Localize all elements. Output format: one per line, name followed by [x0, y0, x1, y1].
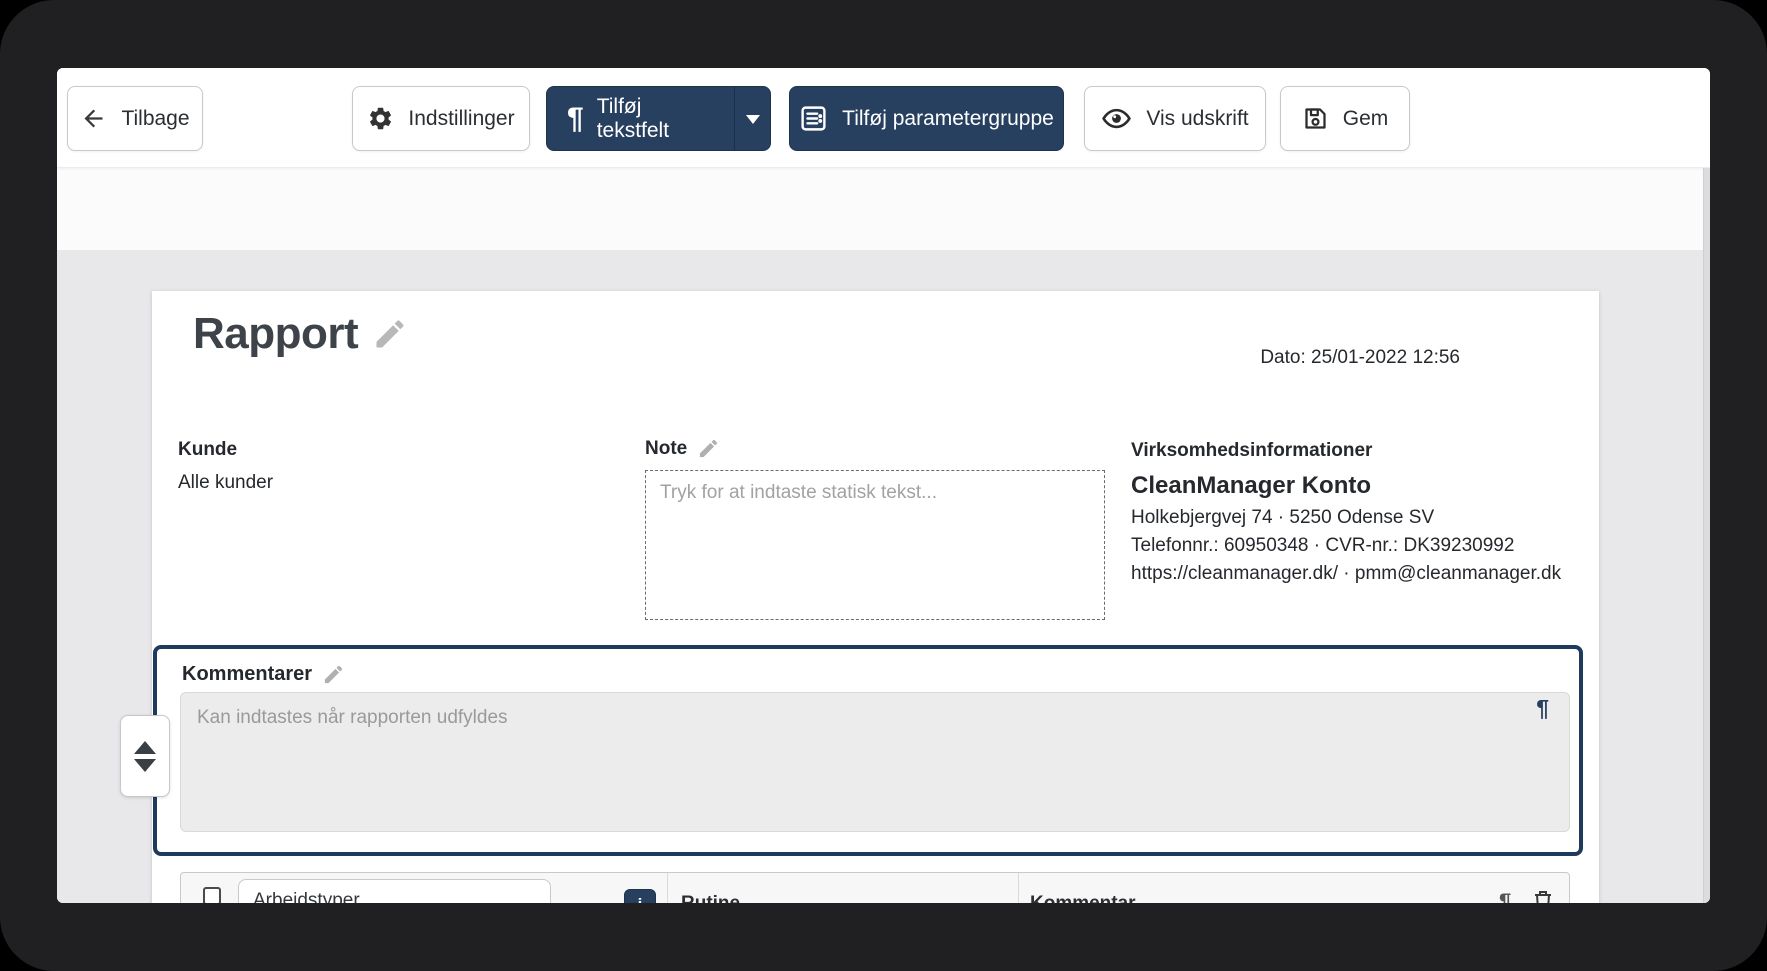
eye-icon	[1101, 103, 1132, 134]
drag-down-icon	[134, 759, 156, 772]
arrow-left-icon	[80, 105, 107, 132]
column-divider	[667, 873, 668, 903]
info-button[interactable]: i	[624, 889, 656, 903]
add-textfield-caret-button[interactable]	[734, 87, 770, 150]
delete-icon[interactable]	[1531, 887, 1555, 903]
comments-textarea[interactable]	[180, 692, 1570, 832]
customer-value: Alle kunder	[178, 472, 273, 494]
company-phone-cvr: Telefonnr.: 60950348 · CVR-nr.: DK392309…	[1131, 532, 1561, 560]
paragraph-icon: ¶	[567, 104, 584, 134]
report-date: Dato: 25/01-2022 12:56	[1260, 347, 1460, 369]
settings-button[interactable]: Indstillinger	[352, 86, 530, 151]
group-title-input[interactable]	[238, 879, 551, 903]
column-divider	[1018, 873, 1019, 903]
save-button-label: Gem	[1343, 107, 1389, 131]
add-textfield-label: Tilføj tekstfelt	[597, 95, 703, 143]
gear-icon	[367, 105, 394, 132]
paragraph-icon[interactable]: ¶	[1499, 891, 1511, 903]
customer-label: Kunde	[178, 439, 237, 461]
save-icon	[1302, 105, 1329, 132]
edit-note-pencil-icon[interactable]	[697, 437, 720, 460]
add-textfield-button[interactable]: ¶ Tilføj tekstfelt	[547, 87, 720, 150]
preview-button[interactable]: Vis udskrift	[1084, 86, 1266, 151]
report-card: Rapport Dato: 25/01-2022 12:56 Kunde All…	[152, 291, 1599, 903]
add-parametergroup-label: Tilføj parametergruppe	[842, 107, 1054, 131]
save-button[interactable]: Gem	[1280, 86, 1410, 151]
add-parametergroup-button[interactable]: Tilføj parametergruppe	[789, 86, 1064, 151]
company-info-label: Virksomhedsinformationer	[1131, 437, 1561, 465]
back-button-label: Tilbage	[121, 107, 189, 131]
back-button[interactable]: Tilbage	[67, 86, 203, 151]
column-label-comment: Kommentar	[1030, 893, 1136, 903]
comments-label: Kommentarer	[182, 663, 312, 686]
toolbar: Tilbage Indstillinger ¶ Tilføj tekstfelt…	[57, 68, 1710, 168]
drag-handle[interactable]	[120, 715, 170, 797]
company-address: Holkebjergvej 74 · 5250 Odense SV	[1131, 504, 1561, 532]
row-checkbox[interactable]	[203, 887, 221, 903]
report-title: Rapport	[193, 309, 358, 359]
paragraph-indicator-icon: ¶	[1536, 697, 1549, 720]
settings-button-label: Indstillinger	[408, 107, 514, 131]
edit-comments-pencil-icon[interactable]	[322, 663, 345, 686]
note-input[interactable]: Tryk for at indtaste statisk tekst...	[645, 470, 1105, 620]
chevron-down-icon	[746, 115, 760, 131]
comments-section[interactable]: Kommentarer ¶	[153, 645, 1583, 856]
drag-up-icon	[134, 741, 156, 754]
list-icon	[799, 104, 828, 133]
edit-title-pencil-icon[interactable]	[372, 316, 408, 352]
vertical-scrollbar[interactable]	[1703, 168, 1710, 903]
column-label-routine: Rutine	[681, 893, 740, 903]
parameter-group-table: i Rutine Kommentar ¶	[180, 872, 1570, 903]
company-web-email: https://cleanmanager.dk/ · pmm@cleanmana…	[1131, 560, 1561, 588]
info-button-label: i	[638, 895, 643, 903]
company-name: CleanManager Konto	[1131, 470, 1561, 502]
toolbar-substrip	[57, 168, 1710, 250]
preview-button-label: Vis udskrift	[1146, 107, 1248, 131]
add-textfield-split-button: ¶ Tilføj tekstfelt	[546, 86, 771, 151]
app-screen: Tilbage Indstillinger ¶ Tilføj tekstfelt…	[57, 68, 1710, 903]
note-label: Note	[645, 438, 687, 460]
note-placeholder: Tryk for at indtaste statisk tekst...	[660, 482, 937, 503]
